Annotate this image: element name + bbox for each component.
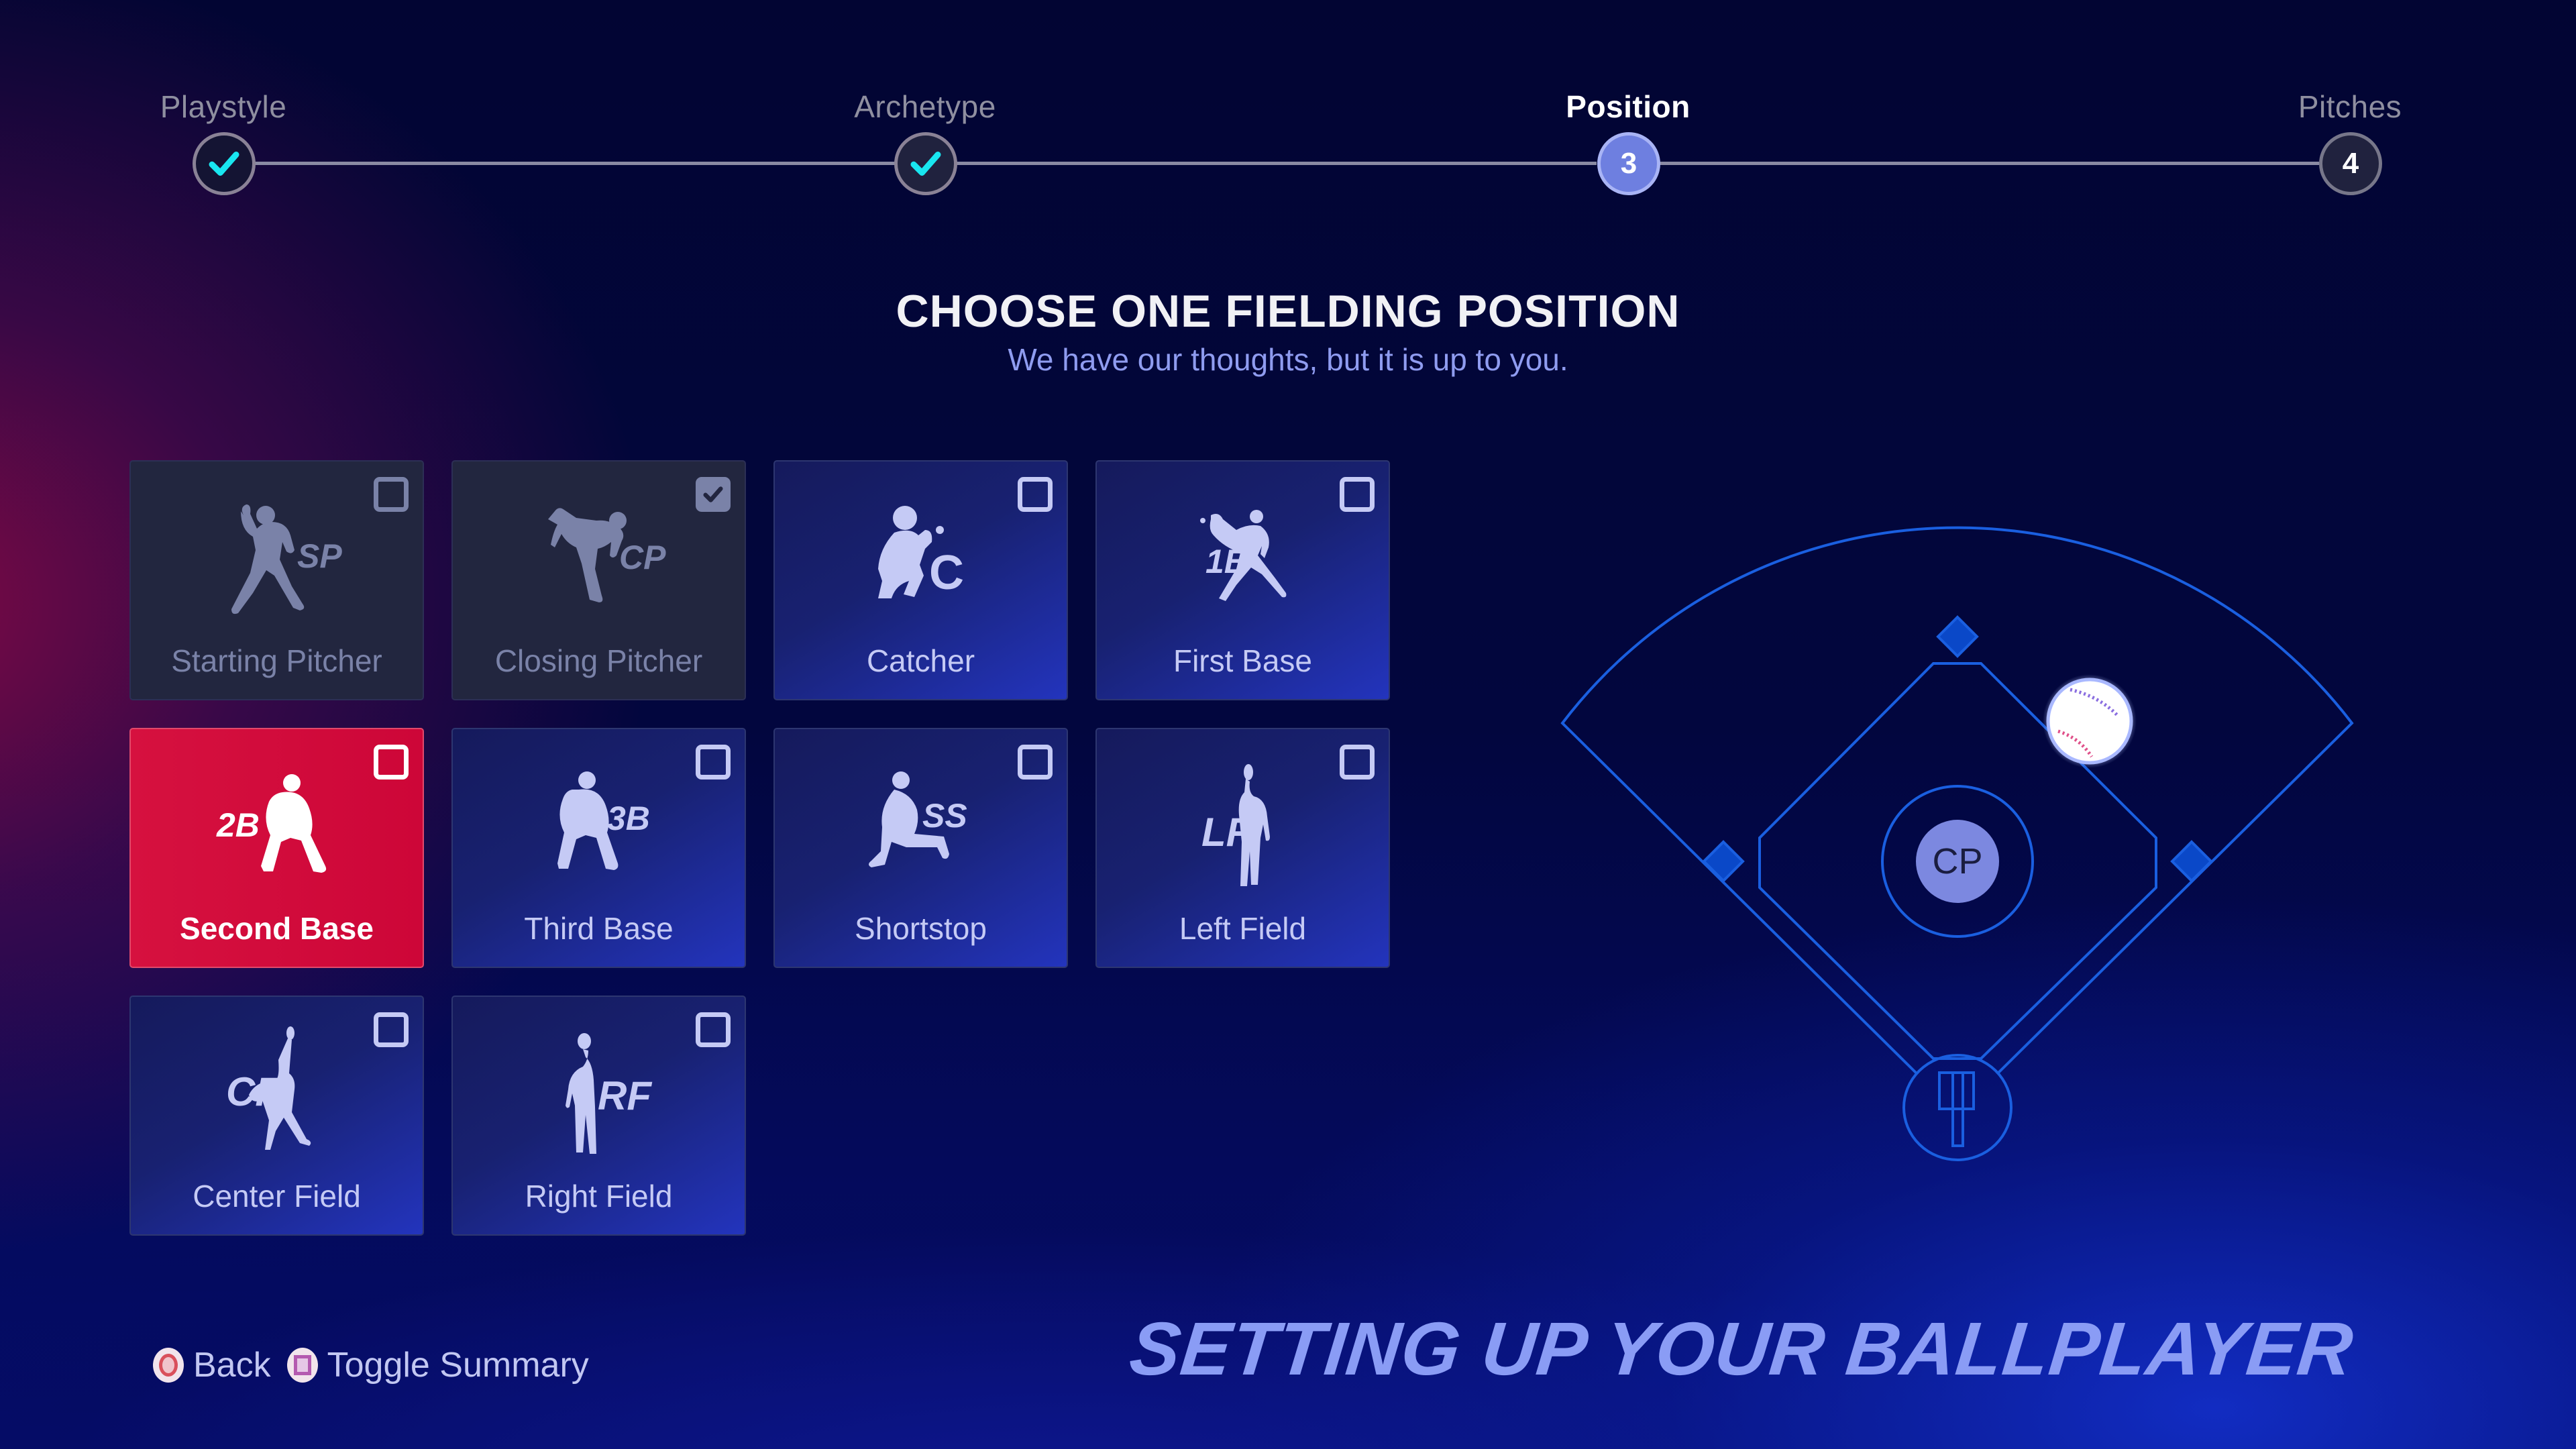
- right-field-silhouette-icon: RF: [453, 1024, 745, 1171]
- position-label: Left Field: [1179, 911, 1307, 946]
- position-label: Closing Pitcher: [494, 643, 703, 678]
- stepper-line: [1659, 162, 2319, 165]
- position-tile-second-base[interactable]: 2B Second Base: [129, 728, 424, 968]
- tile-abbreviation: SP: [297, 537, 342, 575]
- step-label: Playstyle: [160, 89, 287, 124]
- step-number: 4: [2319, 132, 2382, 195]
- stepper-line: [956, 162, 1597, 165]
- square-button-icon: [286, 1348, 318, 1383]
- tile-abbreviation: RF: [598, 1073, 652, 1118]
- circle-button-icon: [153, 1348, 184, 1383]
- back-label: Back: [193, 1346, 271, 1385]
- controller-hints: Back Toggle Summary: [153, 1342, 589, 1389]
- step-indicator: [894, 132, 957, 195]
- starting-pitcher-silhouette-icon: SP: [131, 488, 423, 636]
- step-label: Pitches: [2298, 89, 2402, 124]
- back-button[interactable]: Back: [153, 1345, 271, 1385]
- toggle-summary-label: Toggle Summary: [327, 1346, 589, 1385]
- position-marker-label: CP: [1932, 841, 1982, 881]
- center-field-silhouette-icon: CF: [131, 1024, 423, 1171]
- second-base-silhouette-icon: 2B: [131, 756, 423, 904]
- position-tile-center-field[interactable]: CF Center Field: [129, 996, 424, 1236]
- position-tile-right-field[interactable]: RF Right Field: [451, 996, 746, 1236]
- checkmark-icon: [209, 152, 239, 176]
- stepper-line: [254, 162, 925, 165]
- shortstop-silhouette-icon: SS: [775, 756, 1067, 904]
- position-label: Starting Pitcher: [171, 643, 382, 678]
- tile-abbreviation: SS: [922, 797, 967, 835]
- position-label: Right Field: [525, 1179, 673, 1214]
- tile-abbreviation: 3B: [607, 800, 650, 837]
- position-label: Third Base: [524, 911, 674, 946]
- position-label: Shortstop: [855, 911, 987, 946]
- position-tile-shortstop[interactable]: SS Shortstop: [773, 728, 1068, 968]
- position-tile-closing-pitcher[interactable]: CP Closing Pitcher: [451, 460, 746, 700]
- step-label: Archetype: [854, 89, 996, 124]
- tile-abbreviation: CF: [226, 1069, 280, 1114]
- tile-abbreviation: LF: [1201, 810, 1252, 855]
- step-indicator: [193, 132, 256, 195]
- third-base-silhouette-icon: 3B: [453, 756, 745, 904]
- checkmark-icon: [910, 152, 941, 176]
- current-position-marker: CP: [1916, 820, 1999, 903]
- position-label: Second Base: [180, 911, 374, 946]
- step-number: 3: [1597, 132, 1660, 195]
- position-label: First Base: [1173, 643, 1313, 678]
- tile-abbreviation: C: [929, 546, 964, 600]
- screen-title: SETTING UP YOUR BALLPLAYER: [1126, 1307, 2357, 1391]
- position-tile-first-base[interactable]: 1B First Base: [1095, 460, 1390, 700]
- toggle-summary-button[interactable]: Toggle Summary: [286, 1345, 589, 1385]
- step-label: Position: [1566, 89, 1690, 124]
- page-subtitle: We have our thoughts, but it is up to yo…: [1008, 342, 1568, 377]
- closing-pitcher-silhouette-icon: CP: [453, 488, 745, 636]
- position-tile-third-base[interactable]: 3B Third Base: [451, 728, 746, 968]
- page-heading: CHOOSE ONE FIELDING POSITION We have our…: [0, 285, 2576, 378]
- page-title: CHOOSE ONE FIELDING POSITION: [896, 286, 1680, 337]
- progress-stepper: Playstyle Archetype Position 3 Pitches 4: [0, 0, 2576, 215]
- position-tile-starting-pitcher[interactable]: SP Starting Pitcher: [129, 460, 424, 700]
- tile-abbreviation: 1B: [1205, 543, 1248, 580]
- first-base-silhouette-icon: 1B: [1097, 488, 1389, 636]
- left-field-silhouette-icon: LF: [1097, 756, 1389, 904]
- position-tile-catcher[interactable]: C Catcher: [773, 460, 1068, 700]
- catcher-silhouette-icon: C: [775, 488, 1067, 636]
- position-tile-left-field[interactable]: LF Left Field: [1095, 728, 1390, 968]
- tile-abbreviation: 2B: [216, 806, 260, 844]
- position-label: Catcher: [866, 643, 975, 678]
- position-label: Center Field: [193, 1179, 361, 1214]
- tile-abbreviation: CP: [619, 539, 666, 576]
